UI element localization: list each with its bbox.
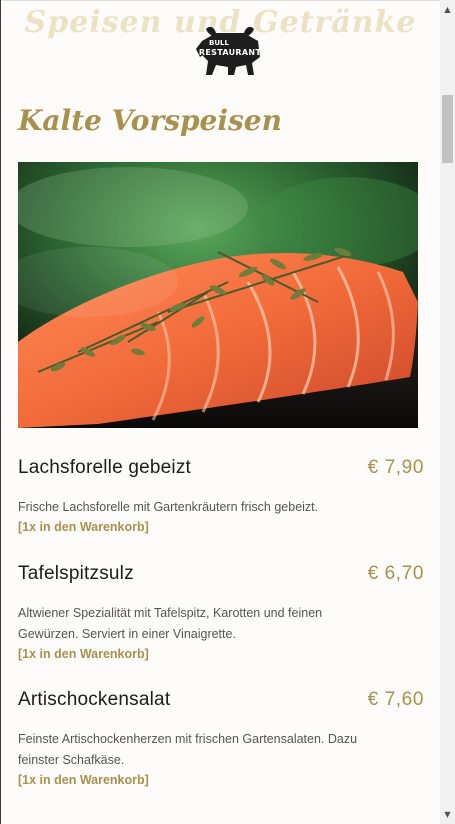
menu-item-description-line: Gewürzen. Serviert in einer Vinaigrette. [18, 627, 236, 641]
menu-item-description-line: Altwiener Spezialität mit Tafelspitz, Ka… [18, 606, 323, 620]
menu-item-description-line: feinster Schafkäse. [18, 753, 125, 767]
menu-item-price: € 6,70 [367, 563, 424, 584]
vertical-scrollbar[interactable]: ▲ ▼ [440, 0, 455, 824]
section-title: Kalte Vorspeisen [18, 104, 282, 137]
menu-item-header: Artischockensalat € 7,60 [18, 689, 424, 711]
hero-image [18, 162, 418, 428]
menu-item-description: Frische Lachsforelle mit Gartenkräutern … [18, 497, 424, 518]
menu-item-header: Lachsforelle gebeizt € 7,90 [18, 457, 424, 479]
scroll-down-icon[interactable]: ▼ [440, 807, 455, 822]
menu-item-description-line: Feinste Artischockenherzen mit frischen … [18, 732, 358, 746]
add-to-cart-link[interactable]: [1x in den Warenkorb] [18, 771, 424, 790]
menu-item-description: Altwiener Spezialität mit Tafelspitz, Ka… [18, 603, 424, 645]
scrollbar-thumb[interactable] [442, 95, 453, 163]
bull-restaurant-logo[interactable]: BULL RESTAURANT [196, 23, 264, 77]
logo-bottom-text: RESTAURANT [198, 48, 262, 57]
site-header: Speisen und Getränke BULL RESTAURANT [1, 0, 440, 90]
page-viewport: Speisen und Getränke BULL RESTAURANT Kal… [0, 0, 440, 824]
add-to-cart-link[interactable]: [1x in den Warenkorb] [18, 645, 424, 664]
menu-item-header: Tafelspitzsulz € 6,70 [18, 563, 424, 585]
menu-item-description: Feinste Artischockenherzen mit frischen … [18, 729, 424, 771]
menu-item-name: Artischockensalat [18, 689, 171, 710]
scroll-up-icon[interactable]: ▲ [440, 2, 455, 17]
menu-item-name: Lachsforelle gebeizt [18, 457, 191, 478]
menu-item-price: € 7,90 [367, 457, 424, 478]
menu-item-description-line: Frische Lachsforelle mit Gartenkräutern … [18, 500, 319, 514]
menu-item: Lachsforelle gebeizt € 7,90 Frische Lach… [18, 457, 424, 537]
menu-item: Tafelspitzsulz € 6,70 Altwiener Speziali… [18, 563, 424, 664]
menu-item: Artischockensalat € 7,60 Feinste Artisch… [18, 689, 424, 790]
logo-top-text: BULL [209, 39, 229, 47]
menu-item-price: € 7,60 [367, 689, 424, 710]
menu-item-name: Tafelspitzsulz [18, 563, 134, 584]
add-to-cart-link[interactable]: [1x in den Warenkorb] [18, 518, 424, 537]
salmon-dish-photo [18, 162, 418, 428]
